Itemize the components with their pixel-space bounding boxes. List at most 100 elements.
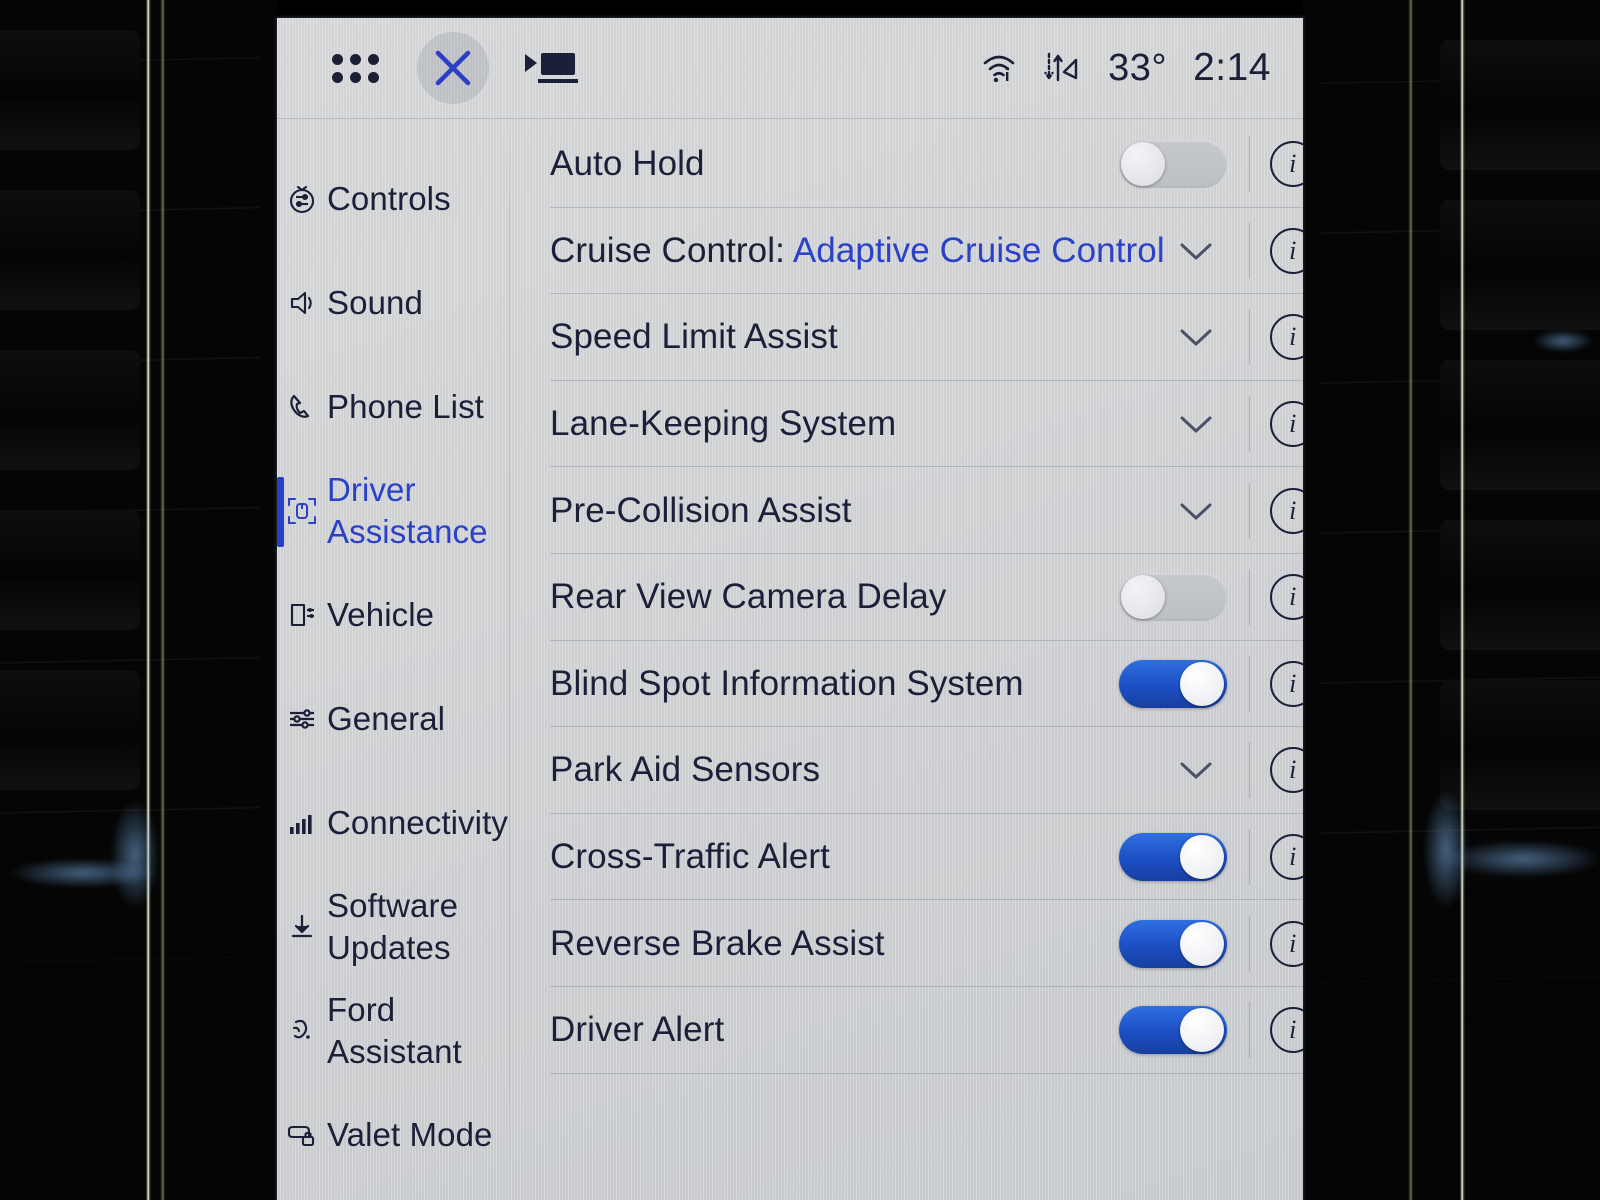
reverse-brake-assist-toggle[interactable]: [1118, 919, 1227, 968]
row-label: Park Aid Sensors: [550, 750, 821, 790]
sidebar-item-general[interactable]: General: [277, 667, 510, 771]
row-value: Adaptive Cruise Control: [792, 230, 1165, 270]
row-label: Cross-Traffic Alert: [550, 837, 831, 877]
table-row[interactable]: Rear View Camera Delay i: [550, 554, 1303, 641]
divider: [1248, 829, 1250, 886]
divider: [1248, 482, 1250, 539]
sidebar-item-label: Vehicle: [327, 595, 435, 633]
status-bar: 33° 2:14: [277, 18, 1303, 119]
info-icon[interactable]: i: [1269, 834, 1303, 881]
driver-assistance-icon: [285, 494, 319, 528]
speaker-icon: [285, 286, 319, 320]
vehicle-icon: [285, 598, 319, 632]
outside-temperature: 33°: [1108, 46, 1168, 89]
info-icon[interactable]: i: [1269, 487, 1303, 534]
row-label: Rear View Camera Delay: [550, 577, 947, 617]
chevron-down-icon[interactable]: [1165, 412, 1227, 436]
row-label: Blind Spot Information System: [550, 663, 1024, 703]
sidebar-item-label: Software Updates: [327, 886, 459, 966]
blind-spot-information-system-toggle[interactable]: [1118, 659, 1227, 708]
chevron-down-icon[interactable]: [1165, 499, 1227, 523]
row-label: Speed Limit Assist: [550, 317, 838, 357]
info-icon[interactable]: i: [1269, 920, 1303, 967]
phone-handset-icon: [285, 390, 319, 424]
app-grid-icon: [331, 53, 379, 83]
close-x-icon: [435, 50, 471, 86]
download-icon: [285, 910, 319, 944]
info-icon[interactable]: i: [1269, 747, 1303, 794]
chevron-down-icon[interactable]: [1165, 239, 1227, 263]
chevron-down-icon[interactable]: [1165, 325, 1227, 349]
valet-lock-icon: [285, 1118, 319, 1152]
info-icon[interactable]: i: [1269, 227, 1303, 274]
sidebar-item-label: Phone List: [327, 387, 484, 425]
divider: [1248, 396, 1250, 453]
sidebar-item-ford-assistant[interactable]: Ford Assistant: [277, 979, 510, 1083]
settings-sidebar: Controls Sound Phone List Driver Assista…: [277, 119, 510, 1200]
sidebar-item-controls[interactable]: Controls: [277, 147, 510, 251]
signal-bars-icon: [285, 806, 319, 840]
sidebar-item-phone-list[interactable]: Phone List: [277, 355, 510, 459]
sidebar-item-label: Sound: [327, 283, 423, 321]
row-label: Auto Hold: [550, 144, 705, 184]
sidebar-item-vehicle[interactable]: Vehicle: [277, 563, 510, 667]
infotainment-screen: 33° 2:14 Controls Sound Phone List Drive…: [277, 18, 1303, 1200]
driver-alert-toggle[interactable]: [1118, 1006, 1227, 1055]
wifi-icon: [983, 55, 1015, 83]
app-grid-button[interactable]: [319, 32, 391, 104]
sidebar-item-sound[interactable]: Sound: [277, 251, 510, 355]
sidebar-item-label: Valet Mode: [327, 1115, 493, 1153]
sidebar-item-label: Driver Assistance: [327, 470, 488, 550]
info-icon[interactable]: i: [1269, 574, 1303, 621]
row-label: Driver Alert: [550, 1010, 725, 1050]
sidebar-item-label: General: [327, 699, 446, 737]
info-icon[interactable]: i: [1269, 141, 1303, 188]
sidebar-item-driver-assistance[interactable]: Driver Assistance: [277, 459, 510, 563]
sidebar-item-label: Controls: [327, 179, 451, 217]
assistant-icon: [285, 1014, 319, 1048]
table-row[interactable]: Blind Spot Information System i: [550, 641, 1303, 728]
driver-assistance-settings-list: Auto Hold i Cruise Control: Adaptive Cru…: [510, 119, 1303, 1200]
row-label: Lane-Keeping System: [550, 404, 897, 444]
divider: [1248, 655, 1250, 712]
sidebar-item-connectivity[interactable]: Connectivity: [277, 771, 510, 875]
table-row[interactable]: Cruise Control: Adaptive Cruise Control …: [550, 208, 1303, 295]
table-row[interactable]: Speed Limit Assist i: [550, 294, 1303, 381]
row-label: Cruise Control: Adaptive Cruise Control: [550, 231, 1165, 271]
table-row[interactable]: Auto Hold i: [550, 121, 1303, 208]
divider: [1248, 1002, 1250, 1059]
sidebar-item-software-updates[interactable]: Software Updates: [277, 875, 510, 979]
sidebar-item-valet-mode[interactable]: Valet Mode: [277, 1083, 510, 1187]
screen-body: Controls Sound Phone List Driver Assista…: [277, 119, 1303, 1200]
divider: [1248, 136, 1250, 193]
divider: [1248, 915, 1250, 972]
cross-traffic-alert-toggle[interactable]: [1118, 833, 1227, 882]
data-transfer-icon: [1044, 52, 1078, 82]
row-label: Pre-Collision Assist: [550, 490, 852, 530]
info-icon[interactable]: i: [1269, 660, 1303, 707]
info-icon[interactable]: i: [1269, 401, 1303, 448]
divider: [1248, 742, 1250, 799]
display-projection-icon: [525, 53, 578, 83]
table-row[interactable]: Park Aid Sensors i: [550, 727, 1303, 814]
display-projection-button[interactable]: [515, 32, 587, 104]
table-row[interactable]: Pre-Collision Assist i: [550, 467, 1303, 554]
info-icon[interactable]: i: [1269, 314, 1303, 361]
info-icon[interactable]: i: [1269, 1007, 1303, 1054]
sidebar-item-label: Connectivity: [327, 803, 508, 841]
controls-dial-icon: [285, 182, 319, 216]
sidebar-item-label: Ford Assistant: [327, 990, 462, 1070]
close-button[interactable]: [417, 32, 489, 104]
row-label: Reverse Brake Assist: [550, 923, 885, 963]
table-row[interactable]: Lane-Keeping System i: [550, 381, 1303, 468]
table-row[interactable]: Cross-Traffic Alert i: [550, 814, 1303, 901]
table-row[interactable]: Driver Alert i: [550, 987, 1303, 1074]
divider: [1248, 309, 1250, 366]
auto-hold-toggle[interactable]: [1118, 140, 1227, 189]
screenshot-root: 33° 2:14 Controls Sound Phone List Drive…: [0, 0, 1600, 1200]
row-label-text: Cruise Control:: [550, 230, 785, 270]
table-row[interactable]: Reverse Brake Assist i: [550, 900, 1303, 987]
clock-time: 2:14: [1193, 46, 1271, 89]
chevron-down-icon[interactable]: [1165, 758, 1227, 782]
rear-view-camera-delay-toggle[interactable]: [1118, 573, 1227, 622]
